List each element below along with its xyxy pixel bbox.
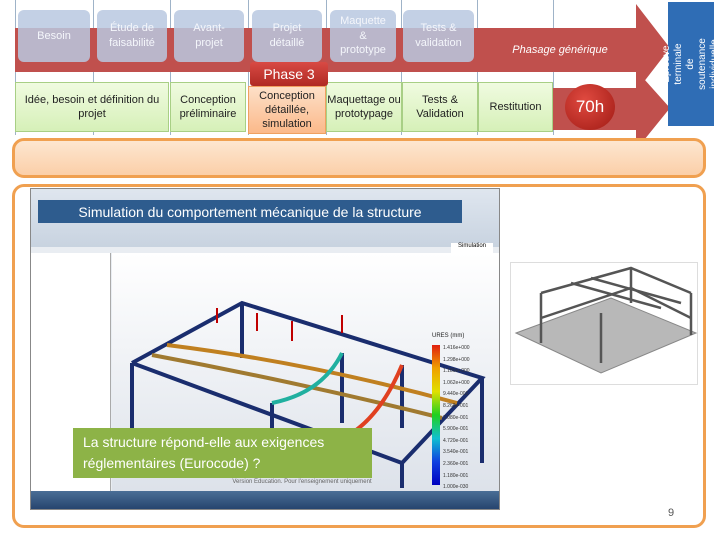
- step-conception-preliminaire: Conception préliminaire: [170, 82, 246, 132]
- phase-maquette: Maquette & prototype: [330, 10, 396, 62]
- panel-title: Simulation du comportement mécanique de …: [38, 200, 462, 223]
- phase-badge: Phase 3: [250, 62, 328, 86]
- question-box: La structure répond-elle aux exigences r…: [73, 428, 372, 478]
- orange-bar: [12, 138, 706, 178]
- phase-projet-detaille: Projet détaillé: [252, 10, 322, 62]
- generic-label: Phasage générique: [512, 44, 608, 56]
- step-maquettage: Maquettage ou prototypage: [326, 82, 402, 132]
- step-idee: Idée, besoin et définition du projet: [15, 82, 169, 132]
- page-number: 9: [668, 507, 675, 519]
- phase-besoin: Besoin: [18, 10, 90, 62]
- watermark: Version Education. Pour l'enseignement u…: [232, 479, 372, 485]
- step-restitution: Restitution: [478, 82, 553, 132]
- legend-title: URES (mm): [432, 333, 465, 339]
- final-exam-label: Épreuve terminale de soutenance individu…: [661, 38, 720, 90]
- final-exam-box: Épreuve terminale de soutenance individu…: [661, 2, 720, 126]
- structure-render: [510, 262, 698, 385]
- step-conception-detaillee: Conception détaillée, simulation: [248, 86, 326, 134]
- duration-badge: 70h: [565, 84, 615, 130]
- phase-tests: Tests & validation: [403, 10, 474, 62]
- step-tests: Tests & Validation: [402, 82, 478, 132]
- legend-colorbar: [432, 345, 440, 485]
- tab-simulation[interactable]: Simulation: [451, 243, 493, 253]
- legend-values: 1.416e+000 1.298e+000 1.180e+000 1.062e+000…: [443, 345, 470, 491]
- phase-faisabilite: Étude de faisabilité: [97, 10, 167, 62]
- taskbar: [31, 491, 499, 509]
- structure-3d-image: [514, 266, 698, 374]
- phase-avant-projet: Avant-projet: [174, 10, 244, 62]
